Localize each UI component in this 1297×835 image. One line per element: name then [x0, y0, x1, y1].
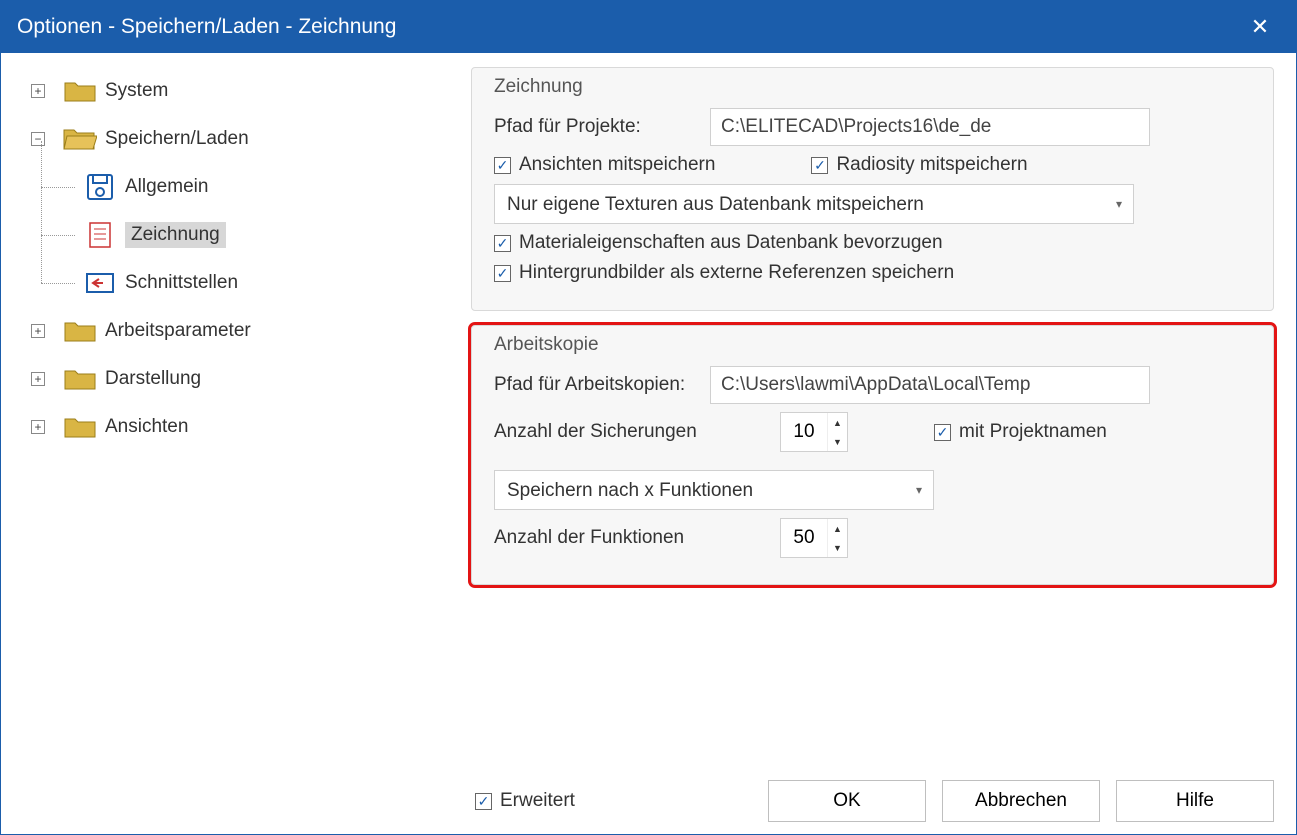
- checkbox-bg-external[interactable]: ✓ Hintergrundbilder als externe Referenz…: [494, 262, 954, 284]
- tree-item-allgemein[interactable]: Allgemein: [83, 163, 451, 211]
- help-button[interactable]: Hilfe: [1116, 780, 1274, 822]
- folder-icon: [63, 366, 97, 392]
- spinner-down-icon[interactable]: ▼: [828, 432, 847, 451]
- folder-icon: [63, 78, 97, 104]
- folder-open-icon: [63, 126, 97, 152]
- dialog-footer: ✓ Erweitert OK Abbrechen Hilfe: [471, 774, 1274, 826]
- tree-label: Schnittstellen: [125, 272, 238, 294]
- func-count-spinner[interactable]: ▲▼: [780, 518, 848, 558]
- spinner-down-icon[interactable]: ▼: [828, 538, 847, 557]
- collapse-icon[interactable]: −: [31, 132, 45, 146]
- checkbox-label: mit Projektnamen: [959, 421, 1107, 443]
- ok-button[interactable]: OK: [768, 780, 926, 822]
- tree-label: System: [105, 80, 168, 102]
- expand-icon[interactable]: +: [31, 372, 45, 386]
- options-tree: + System − Speic: [1, 53, 461, 834]
- expand-icon[interactable]: +: [31, 84, 45, 98]
- interface-icon: [83, 270, 117, 296]
- tree-label: Darstellung: [105, 368, 201, 390]
- expand-icon[interactable]: +: [31, 324, 45, 338]
- expand-icon[interactable]: +: [31, 420, 45, 434]
- checkbox-save-radiosity[interactable]: ✓ Radiosity mitspeichern: [811, 154, 1027, 176]
- document-icon: [83, 222, 117, 248]
- project-path-label: Pfad für Projekte:: [494, 116, 694, 138]
- tree-item-arbeitsparameter[interactable]: + Arbeitsparameter: [31, 307, 451, 355]
- checkbox-prefer-material[interactable]: ✓ Materialeigenschaften aus Datenbank be…: [494, 232, 943, 254]
- workcopy-path-label: Pfad für Arbeitskopien:: [494, 373, 694, 398]
- check-icon: ✓: [475, 793, 492, 810]
- func-count-label: Anzahl der Funktionen: [494, 527, 754, 549]
- folder-icon: [63, 318, 97, 344]
- group-legend: Arbeitskopie: [494, 334, 1251, 356]
- cancel-button[interactable]: Abbrechen: [942, 780, 1100, 822]
- checkbox-save-views[interactable]: ✓ Ansichten mitspeichern: [494, 154, 715, 176]
- spinner-up-icon[interactable]: ▲: [828, 519, 847, 538]
- tree-label: Allgemein: [125, 176, 208, 198]
- backup-count-spinner[interactable]: ▲▼: [780, 412, 848, 452]
- close-icon[interactable]: ✕: [1240, 14, 1280, 40]
- checkbox-with-project[interactable]: ✓ mit Projektnamen: [934, 421, 1107, 443]
- project-path-input[interactable]: [710, 108, 1150, 146]
- tree-item-zeichnung[interactable]: Zeichnung: [83, 211, 451, 259]
- titlebar: Optionen - Speichern/Laden - Zeichnung ✕: [1, 1, 1296, 53]
- tree-item-darstellung[interactable]: + Darstellung: [31, 355, 451, 403]
- tree-label: Ansichten: [105, 416, 188, 438]
- backup-count-input[interactable]: [781, 413, 827, 451]
- group-arbeitskopie: Arbeitskopie Pfad für Arbeitskopien: Anz…: [471, 325, 1274, 585]
- checkbox-extended[interactable]: ✓ Erweitert: [475, 790, 575, 812]
- tree-item-schnittstellen[interactable]: Schnittstellen: [83, 259, 451, 307]
- tree-label: Zeichnung: [125, 222, 226, 248]
- tree-item-ansichten[interactable]: + Ansichten: [31, 403, 451, 451]
- workcopy-path-input[interactable]: [710, 366, 1150, 404]
- checkbox-label: Ansichten mitspeichern: [519, 154, 715, 176]
- spinner-up-icon[interactable]: ▲: [828, 413, 847, 432]
- tree-item-save-load[interactable]: − Speichern/Laden: [31, 115, 451, 163]
- folder-icon: [63, 414, 97, 440]
- options-dialog: Optionen - Speichern/Laden - Zeichnung ✕…: [0, 0, 1297, 835]
- texture-combo[interactable]: Nur eigene Texturen aus Datenbank mitspe…: [494, 184, 1134, 224]
- checkbox-label: Erweitert: [500, 790, 575, 812]
- save-icon: [83, 174, 117, 200]
- backup-count-label: Anzahl der Sicherungen: [494, 421, 754, 443]
- tree-label: Speichern/Laden: [105, 128, 249, 150]
- tree-item-system[interactable]: + System: [31, 67, 451, 115]
- checkbox-label: Radiosity mitspeichern: [836, 154, 1027, 176]
- check-icon: ✓: [494, 265, 511, 282]
- window-title: Optionen - Speichern/Laden - Zeichnung: [17, 15, 396, 39]
- group-legend: Zeichnung: [494, 76, 1251, 98]
- group-zeichnung: Zeichnung Pfad für Projekte: ✓ Ansichten…: [471, 67, 1274, 311]
- check-icon: ✓: [811, 157, 828, 174]
- check-icon: ✓: [494, 235, 511, 252]
- checkbox-label: Hintergrundbilder als externe Referenzen…: [519, 262, 954, 284]
- checkbox-label: Materialeigenschaften aus Datenbank bevo…: [519, 232, 943, 254]
- func-count-input[interactable]: [781, 519, 827, 557]
- check-icon: ✓: [934, 424, 951, 441]
- tree-label: Arbeitsparameter: [105, 320, 251, 342]
- check-icon: ✓: [494, 157, 511, 174]
- save-mode-combo[interactable]: Speichern nach x Funktionen: [494, 470, 934, 510]
